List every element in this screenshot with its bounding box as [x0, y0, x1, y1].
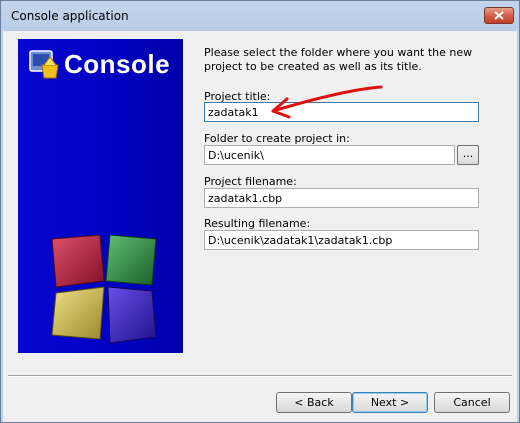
project-filename-input[interactable] — [204, 188, 479, 208]
close-button[interactable] — [484, 7, 514, 24]
resulting-filename-input — [204, 230, 479, 250]
title-bar: Console application — [1, 1, 519, 31]
cubes-logo-icon — [51, 235, 157, 344]
browse-folder-button[interactable]: ... — [457, 145, 479, 165]
next-button[interactable]: Next > — [352, 392, 428, 413]
wizard-banner: Console — [18, 39, 183, 353]
window-title: Console application — [11, 9, 129, 23]
red-arrow-annotation — [271, 85, 383, 119]
console-application-window: Console application Console Please selec… — [0, 0, 520, 423]
close-icon — [494, 11, 504, 20]
back-button[interactable]: < Back — [276, 392, 352, 413]
cancel-button[interactable]: Cancel — [434, 392, 510, 413]
intro-text: Please select the folder where you want … — [204, 46, 473, 73]
folder-label: Folder to create project in: — [204, 132, 350, 145]
folder-input[interactable] — [204, 145, 455, 165]
wizard-page: Console Please select the folder where y… — [3, 31, 517, 422]
banner-title: Console — [64, 49, 171, 79]
resulting-filename-label: Resulting filename: — [204, 217, 311, 230]
project-filename-label: Project filename: — [204, 175, 297, 188]
button-separator — [8, 375, 512, 377]
codeblocks-logo-icon — [29, 50, 59, 79]
